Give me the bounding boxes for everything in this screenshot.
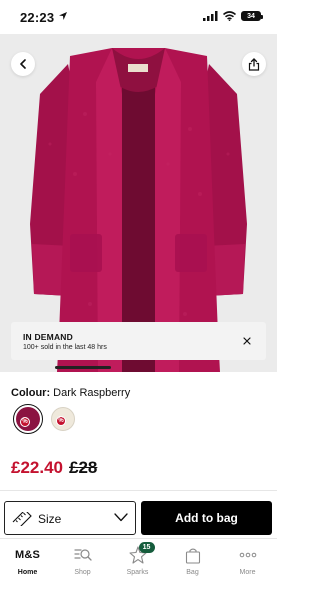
status-bar: 22:23 34 [0,0,277,34]
divider [0,490,277,491]
tab-sparks[interactable]: 15 Sparks [110,542,165,585]
colour-label: Colour: [11,387,51,399]
status-time: 22:23 [20,10,55,25]
tab-home[interactable]: M&S Home [0,545,55,585]
bag-icon [185,547,200,564]
bottom-tab-bar: M&S Home Shop 15 Sparks Bag More [0,538,277,600]
tab-label: Shop [74,569,91,576]
share-icon [248,57,260,71]
sale-badge: % [20,417,30,427]
swatch-fill: % [51,407,75,431]
in-demand-banner: IN DEMAND 100+ sold in the last 48 hrs [11,322,266,360]
battery-level: 34 [247,12,255,20]
sparks-badge: 15 [138,542,155,553]
tab-more[interactable]: More [220,545,275,585]
colour-swatch-dark-raspberry[interactable]: % [13,404,43,434]
chevron-down-icon [114,513,128,522]
tab-bag[interactable]: Bag [165,545,220,585]
tab-label: Bag [186,569,199,576]
tab-shop[interactable]: Shop [55,545,110,585]
colour-swatch-cream[interactable]: % [48,404,78,434]
close-banner-button[interactable] [240,334,254,348]
share-button[interactable] [242,52,266,76]
battery-indicator: 34 [241,11,263,21]
close-icon [243,337,251,345]
location-arrow-icon [59,12,67,20]
tab-label: Home [17,569,38,576]
tab-label: More [239,569,256,576]
image-pager-indicator [55,366,111,369]
swatch-fill: % [16,407,40,431]
colour-info: Colour: Dark Raspberry [11,387,130,399]
signal-icon [203,11,218,21]
in-demand-title: IN DEMAND [23,332,73,342]
size-label: Size [38,512,62,526]
sale-price: £22.40 [11,458,63,477]
colour-value: Dark Raspberry [53,387,131,399]
tab-label: Sparks [126,569,149,576]
search-list-icon [73,549,92,561]
original-price: £28 [69,458,98,477]
size-select[interactable]: Size [4,501,136,535]
chevron-left-icon [20,59,26,69]
wifi-icon [223,11,236,21]
back-button[interactable] [11,52,35,76]
price-row: £22.40 £28 [11,458,97,478]
sale-badge: % [56,416,66,426]
status-indicators: 34 [203,11,263,21]
add-to-bag-button[interactable]: Add to bag [141,501,272,535]
brand-mark: M&S [14,549,41,561]
brand-logo: M&S [15,545,40,565]
in-demand-subtitle: 100+ sold in the last 48 hrs [23,344,107,351]
more-dots-icon [239,552,256,558]
ruler-icon [12,512,32,526]
